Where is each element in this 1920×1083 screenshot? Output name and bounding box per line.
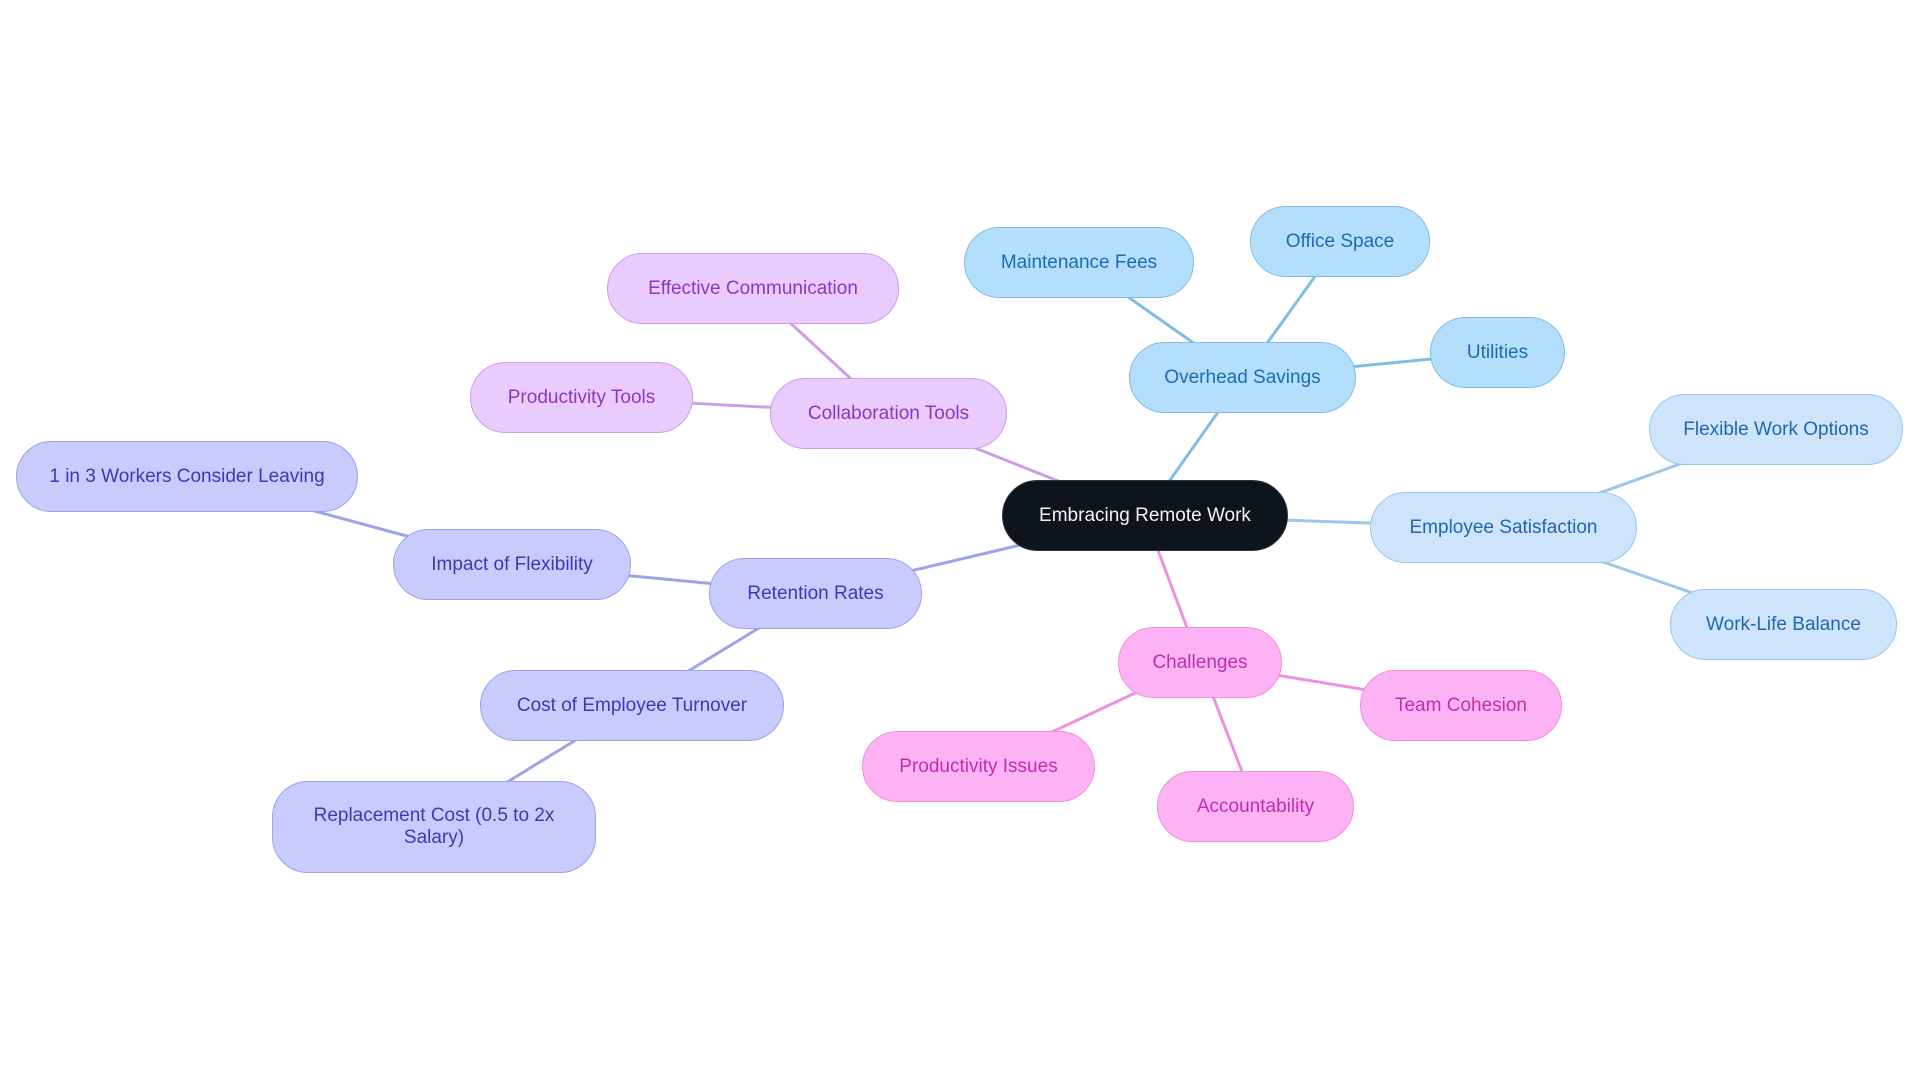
- node-collaboration-tools[interactable]: Collaboration Tools: [770, 378, 1007, 449]
- node-embracing-remote-work[interactable]: Embracing Remote Work: [1002, 480, 1288, 551]
- node-label: Utilities: [1466, 341, 1529, 363]
- node-overhead-savings[interactable]: Overhead Savings: [1129, 342, 1356, 413]
- node-label: Work-Life Balance: [1706, 613, 1861, 635]
- node-work-life-balance[interactable]: Work-Life Balance: [1670, 589, 1897, 660]
- node-label: Employee Satisfaction: [1409, 516, 1598, 538]
- node-label: 1 in 3 Workers Consider Leaving: [49, 465, 325, 487]
- node-productivity-issues[interactable]: Productivity Issues: [862, 731, 1095, 802]
- node-label: Accountability: [1196, 795, 1315, 817]
- node-label: Team Cohesion: [1394, 694, 1528, 716]
- node-replacement-cost[interactable]: Replacement Cost (0.5 to 2x Salary): [272, 781, 596, 873]
- node-label: Retention Rates: [747, 582, 884, 604]
- node-cost-of-employee-turnover[interactable]: Cost of Employee Turnover: [480, 670, 784, 741]
- node-label: Embracing Remote Work: [1039, 504, 1251, 526]
- node-utilities[interactable]: Utilities: [1430, 317, 1565, 388]
- node-label: Collaboration Tools: [807, 402, 970, 424]
- node-label: Replacement Cost (0.5 to 2x Salary): [313, 805, 555, 848]
- node-label: Effective Communication: [648, 277, 858, 299]
- node-accountability[interactable]: Accountability: [1157, 771, 1354, 842]
- node-team-cohesion[interactable]: Team Cohesion: [1360, 670, 1562, 741]
- node-effective-communication[interactable]: Effective Communication: [607, 253, 899, 324]
- node-challenges[interactable]: Challenges: [1118, 627, 1282, 698]
- node-label: Productivity Tools: [507, 386, 656, 408]
- node-label: Office Space: [1285, 230, 1395, 252]
- node-1-in-3-workers-consider-leaving[interactable]: 1 in 3 Workers Consider Leaving: [16, 441, 358, 512]
- node-label: Productivity Issues: [899, 755, 1058, 777]
- node-productivity-tools[interactable]: Productivity Tools: [470, 362, 693, 433]
- node-flexible-work-options[interactable]: Flexible Work Options: [1649, 394, 1903, 465]
- node-label: Overhead Savings: [1164, 366, 1321, 388]
- node-label: Maintenance Fees: [1000, 251, 1158, 273]
- node-label: Cost of Employee Turnover: [516, 694, 748, 716]
- node-label: Challenges: [1152, 651, 1248, 673]
- node-office-space[interactable]: Office Space: [1250, 206, 1430, 277]
- node-label: Flexible Work Options: [1683, 418, 1869, 440]
- node-employee-satisfaction[interactable]: Employee Satisfaction: [1370, 492, 1637, 563]
- node-retention-rates[interactable]: Retention Rates: [709, 558, 922, 629]
- node-maintenance-fees[interactable]: Maintenance Fees: [964, 227, 1194, 298]
- node-label: Impact of Flexibility: [431, 553, 593, 575]
- node-impact-of-flexibility[interactable]: Impact of Flexibility: [393, 529, 631, 600]
